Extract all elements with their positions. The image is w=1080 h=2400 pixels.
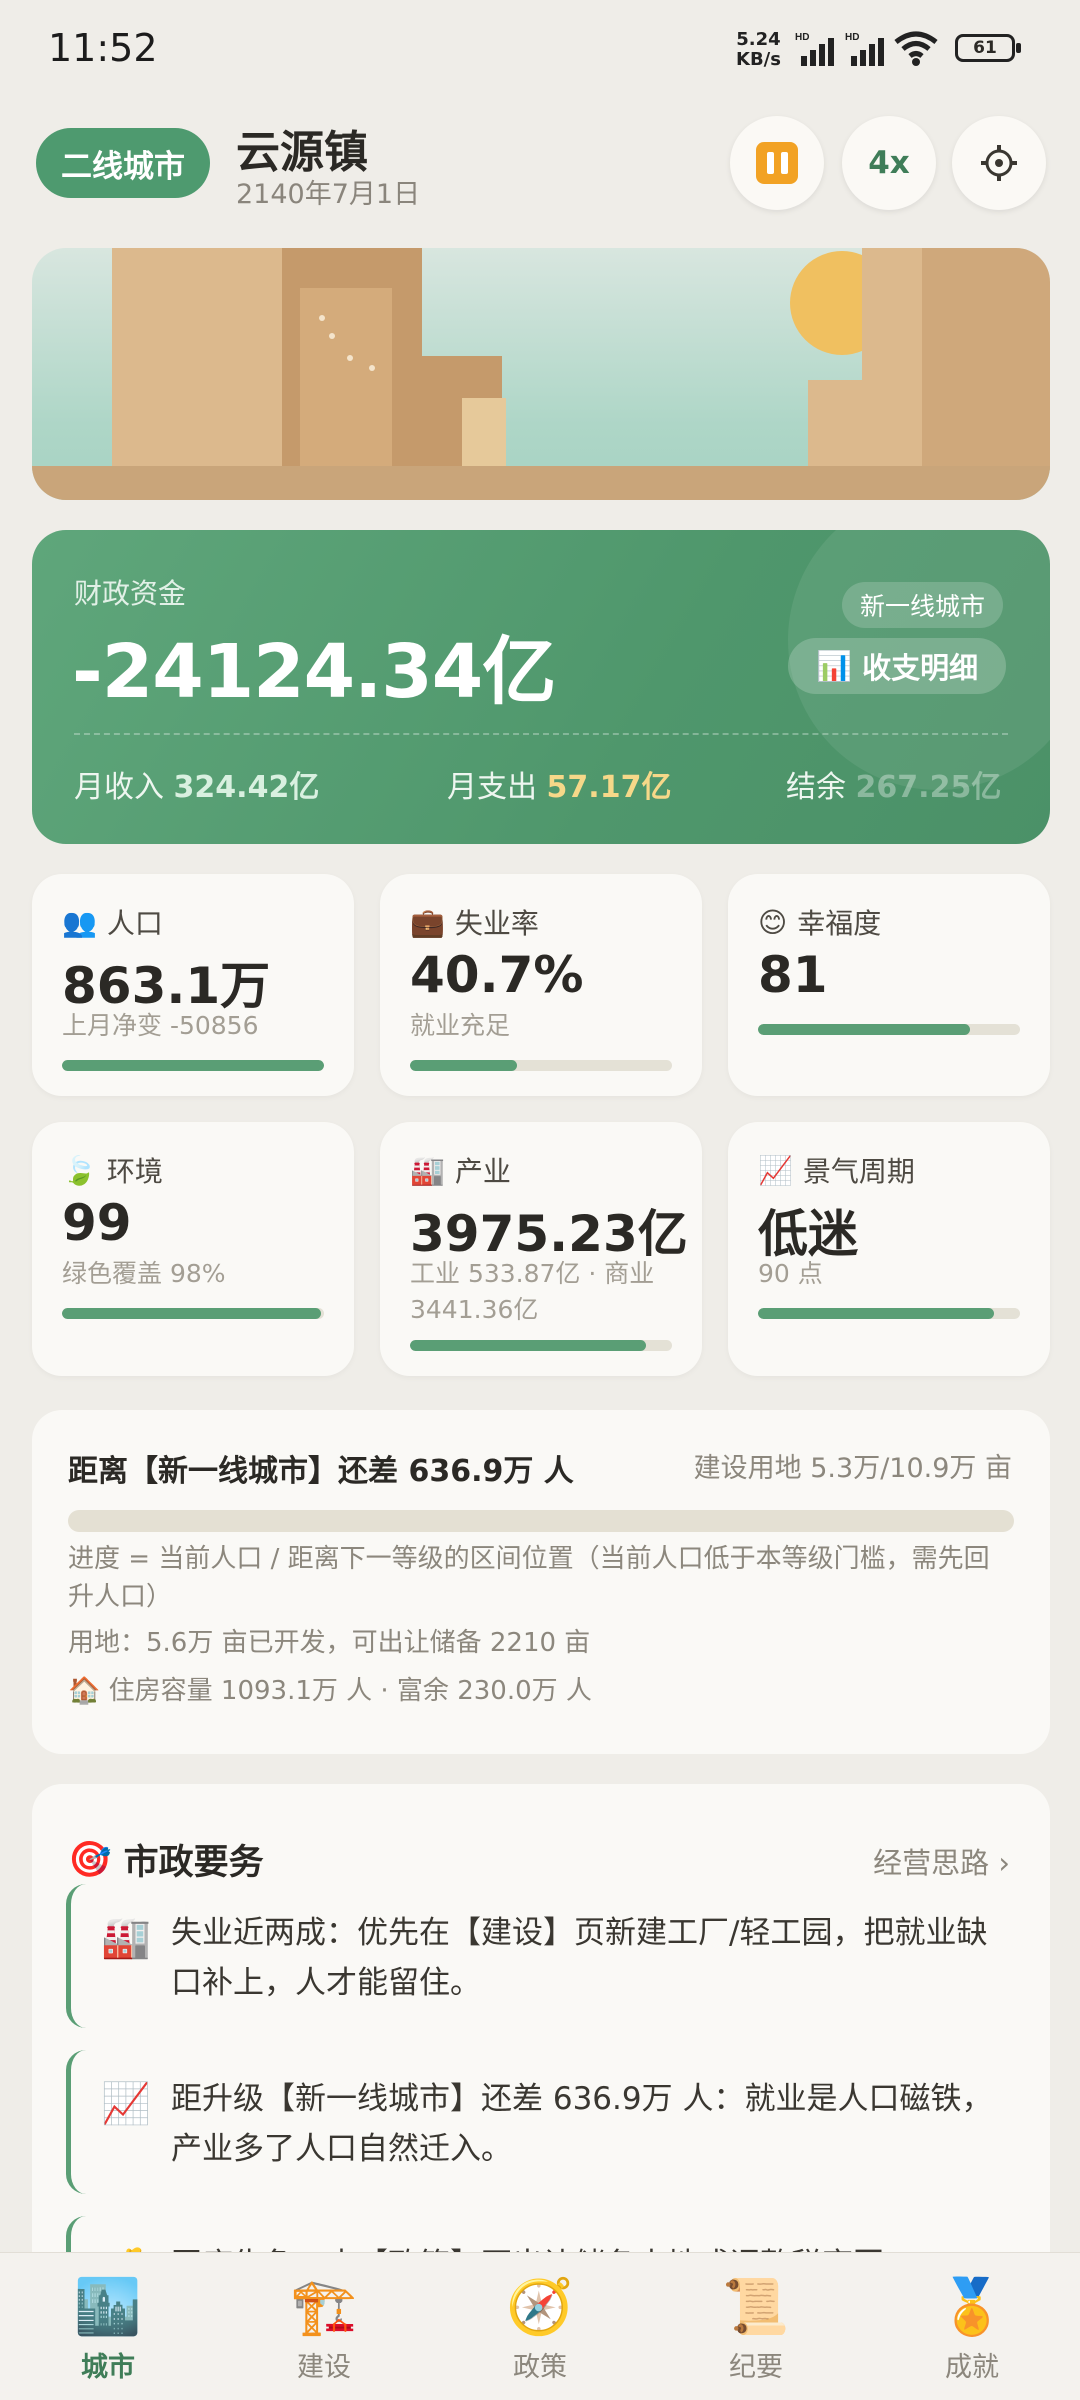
medal-icon: 🏅 <box>938 2275 1006 2338</box>
skyline-image <box>32 248 1050 500</box>
tasks-title: 市政要务 <box>123 1843 264 1883</box>
upgrade-gap-title: 距离【新一线城市】还差 636.9万 人 <box>68 1454 574 1489</box>
housing-capacity: 🏠 住房容量 1093.1万 人 · 富余 230.0万 人 <box>68 1676 592 1706</box>
nav-achievements[interactable]: 🏅 成就 <box>864 2253 1080 2400</box>
stat-card-environment[interactable]: 🍃 环境 99 绿色覆盖 98% <box>32 1122 354 1376</box>
city-tier-badge[interactable]: 二线城市 <box>36 128 210 198</box>
stat-subtext: 绿色覆盖 98% <box>62 1259 226 1288</box>
bar-chart-icon: 📊 <box>816 648 853 683</box>
stat-card-industry[interactable]: 🏭 产业 3975.23亿 工业 533.87亿 · 商业 3441.36亿 <box>380 1122 702 1376</box>
signal-icon: HD <box>795 32 834 66</box>
progress-note: 进度 = 当前人口 / 距离下一等级的区间位置（当前人口低于本等级门槛，需先回升… <box>68 1544 990 1612</box>
nav-build[interactable]: 🏗️ 建设 <box>216 2253 432 2400</box>
svg-text:HD: HD <box>795 32 809 43</box>
strategy-link[interactable]: 经营思路 › <box>873 1840 1010 1882</box>
factory-icon: 🏭 <box>410 1153 445 1187</box>
stat-card-happiness[interactable]: 😊 幸福度 81 <box>728 874 1050 1096</box>
gear-icon <box>981 145 1017 181</box>
next-tier-tag: 新一线城市 <box>842 582 1004 628</box>
crane-icon: 🏗️ <box>290 2275 358 2338</box>
upgrade-progress-bar <box>68 1510 1014 1532</box>
scroll-icon: 📜 <box>722 2275 790 2338</box>
city-skyline-illustration <box>32 248 1050 500</box>
settings-button[interactable] <box>952 116 1046 210</box>
nav-records[interactable]: 📜 纪要 <box>648 2253 864 2400</box>
bottom-navigation: 🏙️ 城市 🏗️ 建设 🧭 政策 📜 纪要 🏅 成就 <box>0 2252 1080 2400</box>
stat-card-business-cycle[interactable]: 📈 景气周期 低迷 90 点 <box>728 1122 1050 1376</box>
stat-subtext: 上月净变 -50856 <box>62 1011 259 1040</box>
city-icon: 🏙️ <box>74 2275 142 2338</box>
finance-detail-button[interactable]: 📊 收支明细 <box>788 638 1007 694</box>
status-bar: 11:52 5.24 KB/s HD HD 61 <box>0 0 1080 100</box>
stat-subtext: 工业 533.87亿 · 商业 3441.36亿 <box>410 1259 655 1324</box>
treasury-amount: -24124.34亿 <box>72 629 556 715</box>
target-icon: 🎯 <box>68 1840 112 1880</box>
speed-label: 4x <box>868 145 910 181</box>
divider <box>74 733 1008 735</box>
svg-text:HD: HD <box>845 32 859 43</box>
land-detail: 用地：5.6万 亩已开发，可出让储备 2210 亩 <box>68 1628 591 1658</box>
speed-button[interactable]: 4x <box>842 116 936 210</box>
land-usage: 建设用地 5.3万/10.9万 亩 <box>693 1453 1012 1484</box>
stat-bar <box>62 1308 324 1319</box>
task-item[interactable]: 📈 距升级【新一线城市】还差 636.9万 人：就业是人口磁铁，产业多了人口自然… <box>66 2050 1014 2194</box>
stat-card-population[interactable]: 👥 人口 863.1万 上月净变 -50856 <box>32 874 354 1096</box>
stat-subtext: 90 点 <box>758 1259 823 1288</box>
monthly-expense: 月支出 57.17亿 <box>447 770 672 805</box>
pause-button[interactable] <box>730 116 824 210</box>
compass-icon: 🧭 <box>506 2275 574 2338</box>
stat-bar <box>758 1024 1020 1035</box>
trend-chart-icon: 📈 <box>101 2081 151 2127</box>
stat-bar <box>758 1308 1020 1319</box>
game-date: 2140年7月1日 <box>236 179 421 210</box>
wifi-icon <box>894 31 938 66</box>
stat-bar <box>410 1340 672 1351</box>
task-text: 失业近两成：优先在【建设】页新建工厂/轻工园，把就业缺口补上，人才能留住。 <box>171 1915 988 2001</box>
briefcase-icon: 💼 <box>410 905 445 939</box>
monthly-income: 月收入 324.42亿 <box>74 770 320 805</box>
monthly-balance: 结余 267.25亿 <box>786 770 1002 805</box>
nav-city[interactable]: 🏙️ 城市 <box>0 2253 216 2400</box>
battery-icon: 61 <box>955 34 1021 62</box>
finance-label: 财政资金 <box>74 577 187 610</box>
upgrade-progress-card: 距离【新一线城市】还差 636.9万 人 建设用地 5.3万/10.9万 亩 进… <box>32 1410 1050 1754</box>
task-item[interactable]: 🏭 失业近两成：优先在【建设】页新建工厂/轻工园，把就业缺口补上，人才能留住。 <box>66 1884 1014 2028</box>
stat-value: 40.7% <box>410 946 584 1004</box>
people-icon: 👥 <box>62 905 97 939</box>
factory-icon: 🏭 <box>101 1915 151 1961</box>
city-name: 云源镇 <box>236 127 368 178</box>
signal-icon: HD <box>845 32 884 66</box>
trend-chart-icon: 📈 <box>758 1153 793 1187</box>
task-text: 距升级【新一线城市】还差 636.9万 人：就业是人口磁铁，产业多了人口自然迁入… <box>171 2081 993 2167</box>
nav-policy[interactable]: 🧭 政策 <box>432 2253 648 2400</box>
network-speed: 5.24 KB/s <box>736 29 781 70</box>
stat-value: 81 <box>758 946 828 1004</box>
smile-icon: 😊 <box>758 905 788 939</box>
pause-icon <box>756 142 798 184</box>
city-header: 二线城市 云源镇 2140年7月1日 4x <box>0 110 1080 220</box>
stat-subtext: 就业充足 <box>410 1011 511 1040</box>
stat-bar <box>410 1060 672 1071</box>
stat-bar <box>62 1060 324 1071</box>
finance-detail-label: 收支明细 <box>862 651 979 685</box>
leaf-icon: 🍃 <box>62 1153 97 1187</box>
stat-card-unemployment[interactable]: 💼 失业率 40.7% 就业充足 <box>380 874 702 1096</box>
stat-value: 99 <box>62 1194 132 1252</box>
finance-card: 财政资金 -24124.34亿 新一线城市 📊 收支明细 月收入 324.42亿… <box>32 530 1050 844</box>
clock: 11:52 <box>48 26 158 70</box>
